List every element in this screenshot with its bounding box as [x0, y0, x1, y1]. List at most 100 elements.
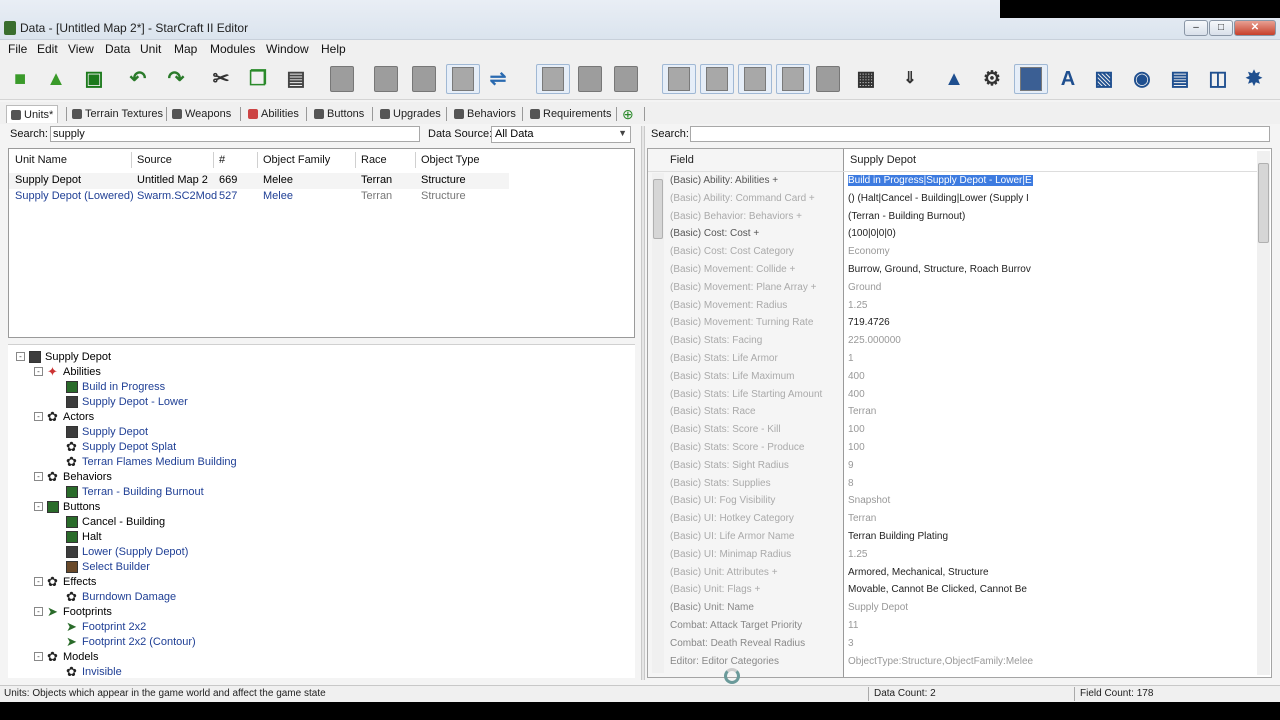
field-value[interactable]: 1.25: [848, 549, 1033, 560]
field-name[interactable]: (Basic) Unit: Attributes +: [670, 567, 778, 578]
tree-item[interactable]: ➤ Footprint 2x2: [66, 619, 146, 634]
xml-icon[interactable]: ⇓: [896, 64, 924, 94]
cut-icon[interactable]: ✂: [207, 64, 235, 94]
paste-icon[interactable]: ▤: [282, 64, 310, 94]
field-name[interactable]: (Basic) Stats: Life Maximum: [670, 371, 794, 382]
field-name[interactable]: (Basic) Cost: Cost Category: [670, 246, 794, 257]
open-icon[interactable]: ▲: [42, 64, 70, 94]
field-name[interactable]: (Basic) Stats: Score - Kill: [670, 424, 781, 435]
field-value[interactable]: 719.4726: [848, 317, 1033, 328]
film-icon[interactable]: ◫: [1204, 64, 1232, 94]
tab-units[interactable]: Units*: [6, 105, 59, 123]
tree-group[interactable]: - Buttons: [34, 499, 100, 514]
field-value[interactable]: (100|0|0|0): [848, 228, 1033, 239]
collapse-icon[interactable]: -: [34, 652, 43, 661]
field-value[interactable]: Ground: [848, 282, 1033, 293]
field-name[interactable]: (Basic) Movement: Plane Array +: [670, 282, 816, 293]
field-value[interactable]: 400: [848, 371, 1033, 382]
tree-root[interactable]: - Supply Depot: [16, 349, 111, 364]
tab-behaviors[interactable]: Behaviors: [454, 105, 516, 123]
collapse-icon[interactable]: -: [34, 412, 43, 421]
tree-item[interactable]: Cancel - Building: [66, 514, 165, 529]
field-value[interactable]: Supply Depot: [848, 602, 1033, 613]
sound-icon[interactable]: ▦: [852, 64, 880, 94]
layout-icon[interactable]: [576, 64, 604, 94]
panel-c-icon[interactable]: [738, 64, 772, 94]
field-name[interactable]: (Basic) Ability: Command Card +: [670, 193, 815, 204]
field-name[interactable]: (Basic) Stats: Score - Produce: [670, 442, 805, 453]
doodad-module-icon[interactable]: [372, 64, 400, 94]
field-value[interactable]: 3: [848, 638, 1033, 649]
tree-item[interactable]: Select Builder: [66, 559, 150, 574]
field-name[interactable]: Combat: Death Reveal Radius: [670, 638, 805, 649]
field-name[interactable]: (Basic) Stats: Life Starting Amount: [670, 389, 822, 400]
collapse-icon[interactable]: -: [34, 502, 43, 511]
panel-a-icon[interactable]: [662, 64, 696, 94]
field-name[interactable]: Editor: Editor Categories: [670, 656, 779, 667]
cutscene-icon[interactable]: ▤: [1166, 64, 1194, 94]
document-icon[interactable]: ▧: [1090, 64, 1118, 94]
field-name[interactable]: Combat: Attack Target Priority: [670, 620, 802, 631]
field-name[interactable]: (Basic) Stats: Facing: [670, 335, 762, 346]
field-value[interactable]: 9: [848, 460, 1033, 471]
tree-item[interactable]: ✿ Invisible: [66, 664, 122, 679]
value-column-header[interactable]: Supply Depot: [850, 149, 916, 171]
field-value[interactable]: 100: [848, 442, 1033, 453]
redo-icon[interactable]: ↷: [162, 64, 190, 94]
menu-unit[interactable]: Unit: [140, 42, 161, 56]
menu-window[interactable]: Window: [266, 42, 309, 56]
field-value[interactable]: 1: [848, 353, 1033, 364]
field-value[interactable]: 11: [848, 620, 1033, 631]
field-name[interactable]: (Basic) Stats: Race: [670, 406, 756, 417]
tab-weapons[interactable]: Weapons: [172, 105, 231, 123]
tab-requirements[interactable]: Requirements: [530, 105, 611, 123]
field-value[interactable]: 100: [848, 424, 1033, 435]
field-name[interactable]: (Basic) Ability: Abilities +: [670, 175, 778, 186]
field-name[interactable]: (Basic) Unit: Name: [670, 602, 754, 613]
field-value[interactable]: 8: [848, 478, 1033, 489]
menu-file[interactable]: File: [8, 42, 27, 56]
data-source-select[interactable]: All Data ▼: [491, 126, 631, 143]
tree-item[interactable]: Lower (Supply Depot): [66, 544, 188, 559]
column-source[interactable]: Source: [137, 149, 172, 171]
map-icon[interactable]: ▲: [940, 64, 968, 94]
trigger-module-icon[interactable]: ⇌: [484, 64, 512, 94]
tree-item[interactable]: ✿ Burndown Damage: [66, 589, 176, 604]
field-name[interactable]: (Basic) Cost: Cost +: [670, 228, 759, 239]
column-unit-name[interactable]: Unit Name: [15, 149, 67, 171]
tree-item[interactable]: Terran - Building Burnout: [66, 484, 204, 499]
field-value[interactable]: 225.000000: [848, 335, 1033, 346]
terrain-module-icon[interactable]: [328, 64, 356, 94]
column-object-type[interactable]: Object Type: [421, 149, 480, 171]
table-row[interactable]: Supply Depot Untitled Map 2 669 Melee Te…: [9, 173, 509, 189]
field-value[interactable]: Snapshot: [848, 495, 1033, 506]
data-module-icon[interactable]: [446, 64, 480, 94]
tab-abilities[interactable]: Abilities: [248, 105, 299, 123]
globe-icon[interactable]: ◉: [1128, 64, 1156, 94]
field-name[interactable]: (Basic) Behavior: Behaviors +: [670, 211, 802, 222]
field-name[interactable]: (Basic) UI: Minimap Radius: [670, 549, 791, 560]
menu-view[interactable]: View: [68, 42, 94, 56]
tree-group[interactable]: - ✿ Models: [34, 649, 98, 664]
tree-group[interactable]: - ✿ Actors: [34, 409, 94, 424]
maximize-button[interactable]: □: [1209, 20, 1233, 36]
unit-editor-icon[interactable]: [1014, 64, 1048, 94]
value-scrollbar[interactable]: [1257, 151, 1270, 675]
collapse-icon[interactable]: -: [34, 607, 43, 616]
column-object-family[interactable]: Object Family: [263, 149, 330, 171]
scroll-thumb[interactable]: [653, 179, 663, 239]
tree-group[interactable]: - ✦ Abilities: [34, 364, 101, 379]
field-value[interactable]: () (Halt|Cancel - Building|Lower (Supply…: [848, 193, 1033, 204]
close-button[interactable]: ✕: [1234, 20, 1276, 36]
column-race[interactable]: Race: [361, 149, 387, 171]
menu-edit[interactable]: Edit: [37, 42, 58, 56]
battle-icon[interactable]: ✸: [1240, 64, 1268, 94]
tree-item[interactable]: ➤ Footprint 2x2 (Contour): [66, 634, 196, 649]
menu-modules[interactable]: Modules: [210, 42, 255, 56]
field-value[interactable]: Terran: [848, 513, 1033, 524]
minimize-button[interactable]: –: [1184, 20, 1208, 36]
text-editor-icon[interactable]: A: [1054, 64, 1082, 94]
tree-group[interactable]: - ✿ Effects: [34, 574, 96, 589]
field-name[interactable]: (Basic) UI: Life Armor Name: [670, 531, 794, 542]
pane-splitter[interactable]: [641, 126, 645, 680]
